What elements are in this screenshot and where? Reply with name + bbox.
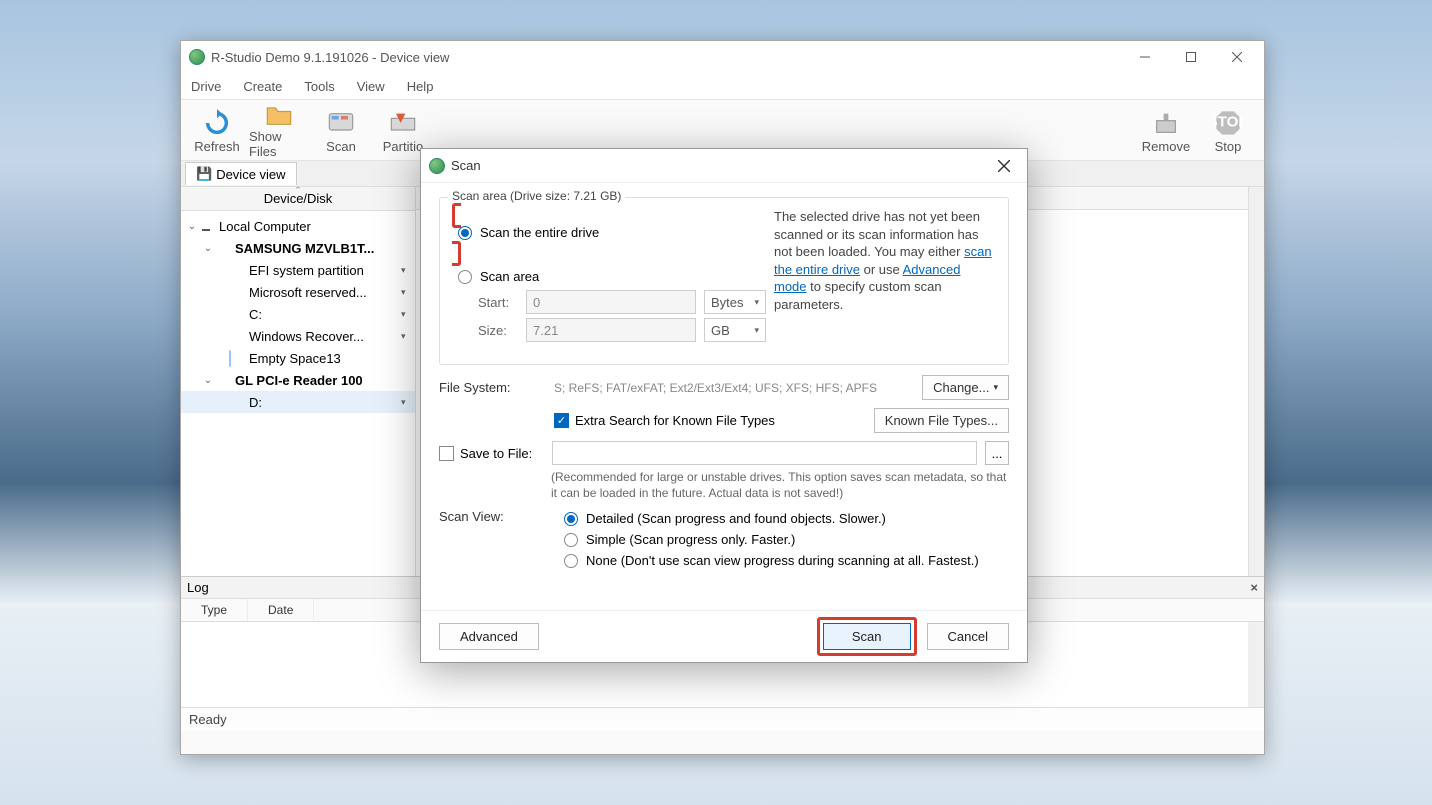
change-fs-button[interactable]: Change...▾ bbox=[922, 375, 1009, 400]
titlebar: R-Studio Demo 9.1.191026 - Device view bbox=[181, 41, 1264, 73]
file-system-value: S; ReFS; FAT/exFAT; Ext2/Ext3/Ext4; UFS;… bbox=[554, 381, 912, 395]
dialog-body: Scan area (Drive size: 7.21 GB) Scan the… bbox=[421, 183, 1027, 610]
device-tree: ⌃ Device/Disk ⌄Local Computer ⌄SAMSUNG M… bbox=[181, 187, 416, 576]
size-unit-select[interactable]: GB▾ bbox=[704, 318, 766, 342]
size-input[interactable] bbox=[526, 318, 696, 342]
show-files-button[interactable]: Show Files bbox=[249, 101, 309, 159]
node-samsung[interactable]: ⌄SAMSUNG MZVLB1T... bbox=[181, 237, 415, 259]
remove-button[interactable]: Remove bbox=[1136, 101, 1196, 159]
file-system-row: File System: S; ReFS; FAT/exFAT; Ext2/Ex… bbox=[439, 375, 1009, 400]
save-path-input[interactable] bbox=[552, 441, 977, 465]
save-to-file-checkbox[interactable] bbox=[439, 446, 454, 461]
remove-icon bbox=[1150, 107, 1182, 139]
scan-entire-highlight: Scan the entire drive bbox=[452, 203, 766, 266]
log-close-icon[interactable]: × bbox=[1250, 580, 1258, 595]
start-field: Start: Bytes▾ bbox=[478, 290, 766, 314]
device-view-icon: 💾 bbox=[196, 166, 212, 182]
menubar: Drive Create Tools View Help bbox=[181, 73, 1264, 99]
scan-icon bbox=[325, 107, 357, 139]
properties-scrollbar[interactable] bbox=[1248, 187, 1264, 576]
node-c[interactable]: C:▾ bbox=[181, 303, 415, 325]
save-to-file-row: Save to File: ... bbox=[439, 441, 1009, 465]
tab-device-view[interactable]: 💾 Device view bbox=[185, 162, 297, 185]
maximize-button[interactable] bbox=[1168, 42, 1214, 72]
log-title: Log bbox=[187, 580, 209, 595]
scan-confirm-button[interactable]: Scan bbox=[823, 623, 911, 650]
window-title: R-Studio Demo 9.1.191026 - Device view bbox=[211, 50, 1122, 65]
browse-button[interactable]: ... bbox=[985, 441, 1009, 465]
start-input[interactable] bbox=[526, 290, 696, 314]
known-file-types-button[interactable]: Known File Types... bbox=[874, 408, 1009, 433]
stop-button[interactable]: STOP Stop bbox=[1198, 101, 1258, 159]
node-d[interactable]: D:▾ bbox=[181, 391, 415, 413]
menu-view[interactable]: View bbox=[353, 77, 389, 96]
node-msr[interactable]: Microsoft reserved...▾ bbox=[181, 281, 415, 303]
dialog-titlebar: Scan bbox=[421, 149, 1027, 183]
refresh-button[interactable]: Refresh bbox=[187, 101, 247, 159]
scan-info-text: The selected drive has not yet been scan… bbox=[766, 208, 996, 313]
advanced-button[interactable]: Advanced bbox=[439, 623, 539, 650]
menu-create[interactable]: Create bbox=[239, 77, 286, 96]
node-winre[interactable]: Windows Recover...▾ bbox=[181, 325, 415, 347]
node-efi[interactable]: EFI system partition▾ bbox=[181, 259, 415, 281]
scan-view-row: Scan View: Detailed (Scan progress and f… bbox=[439, 509, 1009, 574]
minimize-button[interactable] bbox=[1122, 42, 1168, 72]
node-gl-reader[interactable]: ⌄GL PCI-e Reader 100 bbox=[181, 369, 415, 391]
extra-search-label: Extra Search for Known File Types bbox=[575, 413, 775, 428]
log-col-type[interactable]: Type bbox=[181, 599, 248, 621]
stop-icon: STOP bbox=[1212, 107, 1244, 139]
save-recommendation: (Recommended for large or unstable drive… bbox=[551, 469, 1009, 501]
refresh-icon bbox=[201, 107, 233, 139]
scan-area-group: Scan area (Drive size: 7.21 GB) Scan the… bbox=[439, 197, 1009, 365]
radio-scan-area[interactable]: Scan area bbox=[458, 269, 766, 284]
close-button[interactable] bbox=[1214, 42, 1260, 72]
log-col-date[interactable]: Date bbox=[248, 599, 314, 621]
radio-scan-entire[interactable]: Scan the entire drive bbox=[458, 225, 766, 240]
size-field: Size: GB▾ bbox=[478, 318, 766, 342]
tree-body: ⌄Local Computer ⌄SAMSUNG MZVLB1T... EFI … bbox=[181, 211, 415, 417]
cancel-button[interactable]: Cancel bbox=[927, 623, 1009, 650]
app-icon bbox=[429, 158, 445, 174]
radio-scan-view-detailed[interactable]: Detailed (Scan progress and found object… bbox=[564, 511, 1009, 526]
start-unit-select[interactable]: Bytes▾ bbox=[704, 290, 766, 314]
menu-tools[interactable]: Tools bbox=[300, 77, 338, 96]
node-empty[interactable]: Empty Space13 bbox=[181, 347, 415, 369]
menu-help[interactable]: Help bbox=[403, 77, 438, 96]
group-legend: Scan area (Drive size: 7.21 GB) bbox=[448, 189, 625, 203]
statusbar: Ready bbox=[181, 707, 1264, 731]
menu-drive[interactable]: Drive bbox=[187, 77, 225, 96]
radio-scan-view-simple[interactable]: Simple (Scan progress only. Faster.) bbox=[564, 532, 1009, 547]
scan-button[interactable]: Scan bbox=[311, 101, 371, 159]
dialog-title: Scan bbox=[451, 158, 989, 173]
tree-header[interactable]: ⌃ Device/Disk bbox=[181, 187, 415, 211]
log-scrollbar[interactable] bbox=[1248, 622, 1264, 707]
radio-scan-view-none[interactable]: None (Don't use scan view progress durin… bbox=[564, 553, 1009, 568]
node-local-computer[interactable]: ⌄Local Computer bbox=[181, 215, 415, 237]
partition-icon bbox=[387, 107, 419, 139]
extra-search-row: ✓ Extra Search for Known File Types Know… bbox=[439, 408, 1009, 433]
dialog-footer: Advanced Scan Cancel bbox=[421, 610, 1027, 662]
extra-search-checkbox[interactable]: ✓ bbox=[554, 413, 569, 428]
folder-icon bbox=[263, 101, 295, 129]
scan-highlight: Scan bbox=[817, 617, 917, 656]
app-icon bbox=[189, 49, 205, 65]
dialog-close-button[interactable] bbox=[989, 152, 1019, 180]
sort-icon: ⌃ bbox=[294, 187, 302, 196]
svg-text:STOP: STOP bbox=[1214, 113, 1242, 130]
scan-dialog: Scan Scan area (Drive size: 7.21 GB) Sca… bbox=[420, 148, 1028, 663]
status-text: Ready bbox=[189, 712, 227, 727]
